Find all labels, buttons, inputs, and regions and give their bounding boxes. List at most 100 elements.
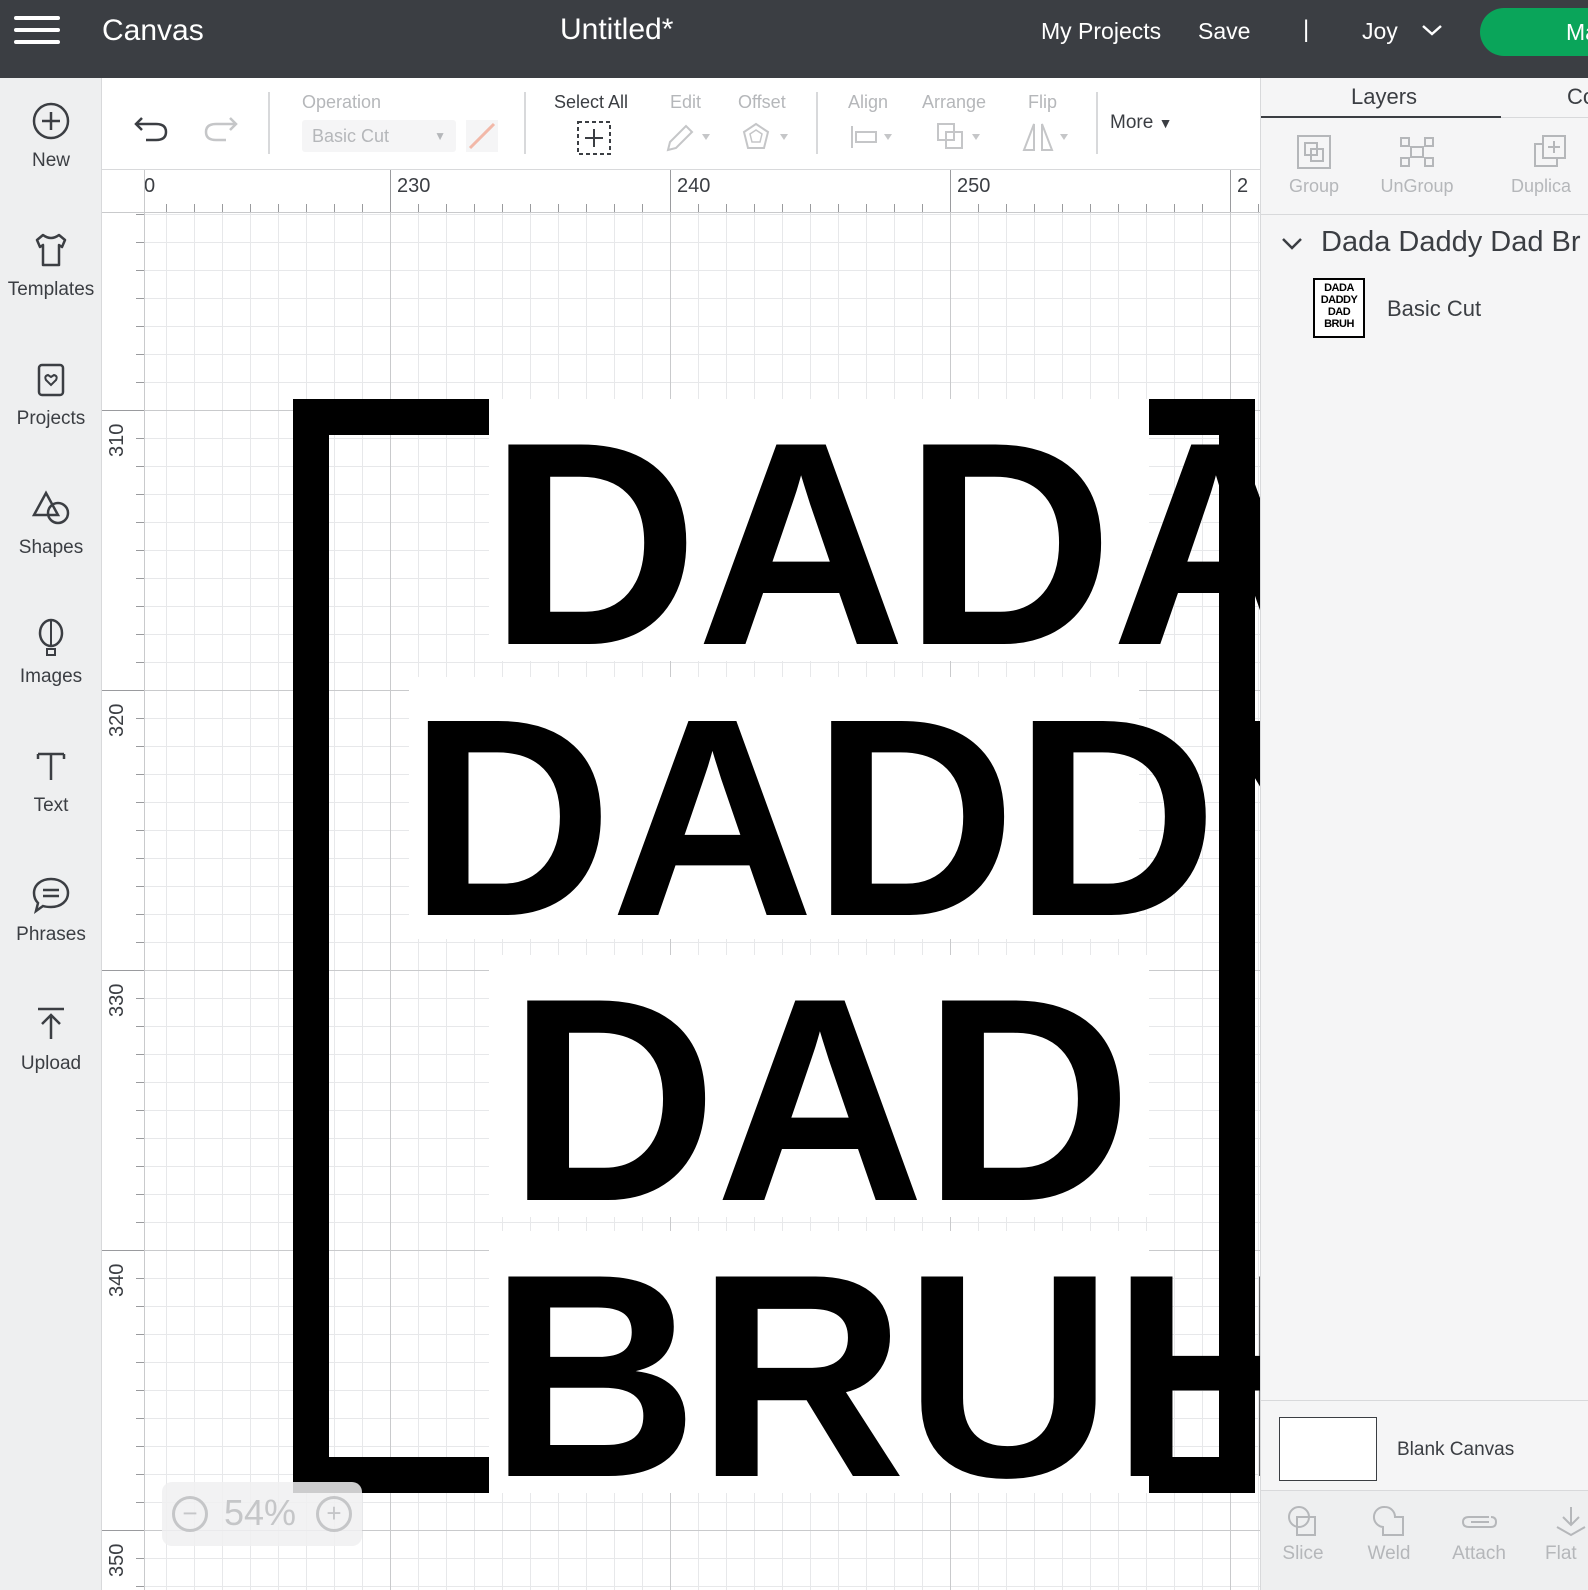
my-projects-link[interactable]: My Projects xyxy=(1041,18,1161,45)
header-separator: | xyxy=(1303,16,1310,43)
toolbar-divider xyxy=(1096,92,1098,154)
sidebar-item-upload[interactable]: Upload xyxy=(0,1003,102,1113)
sidebar-item-label: Phrases xyxy=(16,924,86,945)
operation-value: Basic Cut xyxy=(312,126,390,146)
speech-bubble-icon xyxy=(32,877,70,914)
ruler-corner xyxy=(102,170,145,213)
ruler-label: 230 xyxy=(397,175,431,197)
group-icon xyxy=(1297,135,1331,169)
align-icon[interactable] xyxy=(848,122,898,152)
ruler-label: 250 xyxy=(957,175,991,197)
linetype-color-swatch[interactable] xyxy=(466,120,498,152)
align-label: Align xyxy=(848,92,889,112)
balloon-icon xyxy=(38,618,64,656)
user-menu[interactable]: Joy xyxy=(1362,18,1398,45)
thumb-line: DAD xyxy=(1327,306,1351,318)
layer-thumbnail: DADA DADDY DAD BRUH xyxy=(1313,278,1365,338)
group-button[interactable]: Group xyxy=(1283,134,1345,197)
blank-canvas-swatch[interactable] xyxy=(1279,1417,1377,1481)
chevron-down-icon[interactable] xyxy=(1420,18,1444,42)
panel-divider xyxy=(1261,214,1588,215)
upload-icon xyxy=(38,1007,64,1039)
flip-label: Flip xyxy=(1028,92,1058,112)
select-all-label: Select All xyxy=(554,92,629,112)
make-it-button[interactable]: Ma xyxy=(1480,8,1588,56)
group-label: Group xyxy=(1288,176,1340,196)
flatten-button[interactable]: Flat xyxy=(1545,1503,1588,1565)
operation-select[interactable]: Basic Cut ▼ xyxy=(302,120,456,152)
duplicate-button[interactable]: Duplica xyxy=(1507,134,1588,197)
save-button[interactable]: Save xyxy=(1198,18,1250,45)
panel-tabs: Layers Co xyxy=(1261,78,1588,118)
toolbar-divider xyxy=(816,92,818,154)
sidebar-item-label: New xyxy=(31,150,70,171)
sidebar-item-label: Shapes xyxy=(18,537,84,558)
edit-toolbar: Operation Basic Cut ▼ Select All Edit Of… xyxy=(102,78,1260,170)
layer-group-row[interactable]: Dada Daddy Dad Br xyxy=(1281,226,1581,259)
sidebar-item-shapes[interactable]: Shapes xyxy=(0,487,102,597)
shirt-icon xyxy=(35,233,67,267)
sidebar-item-label: Projects xyxy=(16,408,86,429)
plus-circle-icon xyxy=(32,102,70,140)
sidebar-item-text[interactable]: Text xyxy=(0,745,102,855)
sidebar-item-projects[interactable]: Projects xyxy=(0,358,102,468)
sidebar-item-images[interactable]: Images xyxy=(0,616,102,726)
design-object[interactable]: DADA DADDY DAD BRUH xyxy=(293,399,1260,1538)
ungroup-icon xyxy=(1400,137,1434,167)
slice-label: Slice xyxy=(1282,1543,1324,1564)
attach-button[interactable]: Attach xyxy=(1447,1503,1511,1565)
attach-label: Attach xyxy=(1452,1543,1506,1564)
sidebar-item-new[interactable]: New xyxy=(0,100,102,210)
flip-icon[interactable] xyxy=(1020,120,1074,154)
arrange-label: Arrange xyxy=(922,92,987,112)
offset-icon[interactable] xyxy=(738,120,792,154)
ungroup-button[interactable]: UnGroup xyxy=(1375,134,1459,197)
app-name: Canvas xyxy=(102,14,204,47)
zoom-in-button[interactable]: + xyxy=(316,1496,352,1532)
ruler-label: 310 xyxy=(106,423,128,457)
ruler-label: 240 xyxy=(677,175,711,197)
weld-label: Weld xyxy=(1367,1543,1411,1564)
arrange-icon[interactable] xyxy=(934,120,986,154)
zoom-out-button[interactable]: − xyxy=(172,1496,208,1532)
paperclip-icon xyxy=(1461,1516,1498,1528)
ruler-label: 320 xyxy=(106,703,128,737)
left-sidebar: New Templates Projects Shapes Images Tex… xyxy=(0,78,102,1590)
undo-icon[interactable] xyxy=(132,110,170,144)
edit-pencil-icon[interactable] xyxy=(664,120,714,154)
thumb-line: DADA xyxy=(1324,282,1354,294)
horizontal-ruler: 0 230 240 250 2 xyxy=(102,170,1260,213)
tab-color-sync[interactable]: Co xyxy=(1567,84,1588,124)
ruler-label: 330 xyxy=(106,983,128,1017)
document-title[interactable]: Untitled* xyxy=(560,13,673,47)
toolbar-divider xyxy=(524,92,526,154)
chevron-down-icon[interactable] xyxy=(1281,232,1303,254)
top-header: Canvas Untitled* My Projects Save | Joy … xyxy=(0,0,1588,78)
design-text-line: BRUH xyxy=(489,1214,1260,1538)
zoom-value: 54% xyxy=(224,1492,297,1533)
slice-icon xyxy=(1288,1506,1316,1536)
sidebar-item-templates[interactable]: Templates xyxy=(0,229,102,339)
offset-label: Offset xyxy=(738,92,786,112)
ruler-ticks xyxy=(102,214,144,1587)
design-text-line: DADDY xyxy=(409,660,1260,975)
sidebar-item-label: Images xyxy=(19,666,83,687)
design-canvas[interactable]: DADA DADDY DAD BRUH xyxy=(145,213,1260,1590)
more-button[interactable]: More ▼ xyxy=(1110,112,1172,134)
toolbar-divider xyxy=(268,92,270,154)
edit-label: Edit xyxy=(670,92,702,112)
thumb-line: BRUH xyxy=(1324,318,1354,330)
menu-icon[interactable] xyxy=(14,16,60,50)
layers-panel: Layers Co Group UnGroup Duplica Dada Dad… xyxy=(1260,78,1588,1590)
tab-layers[interactable]: Layers xyxy=(1351,84,1417,124)
flatten-label: Flat xyxy=(1545,1543,1577,1564)
sidebar-item-label: Upload xyxy=(20,1053,82,1074)
combine-toolbar: Slice Weld Attach Flat xyxy=(1261,1490,1588,1590)
weld-button[interactable]: Weld xyxy=(1363,1503,1415,1565)
select-all-icon[interactable] xyxy=(576,120,612,156)
caret-down-icon: ▼ xyxy=(434,129,446,143)
redo-icon[interactable] xyxy=(202,110,240,144)
sidebar-item-phrases[interactable]: Phrases xyxy=(0,874,102,984)
shapes-icon xyxy=(31,490,70,525)
slice-button[interactable]: Slice xyxy=(1279,1503,1327,1565)
